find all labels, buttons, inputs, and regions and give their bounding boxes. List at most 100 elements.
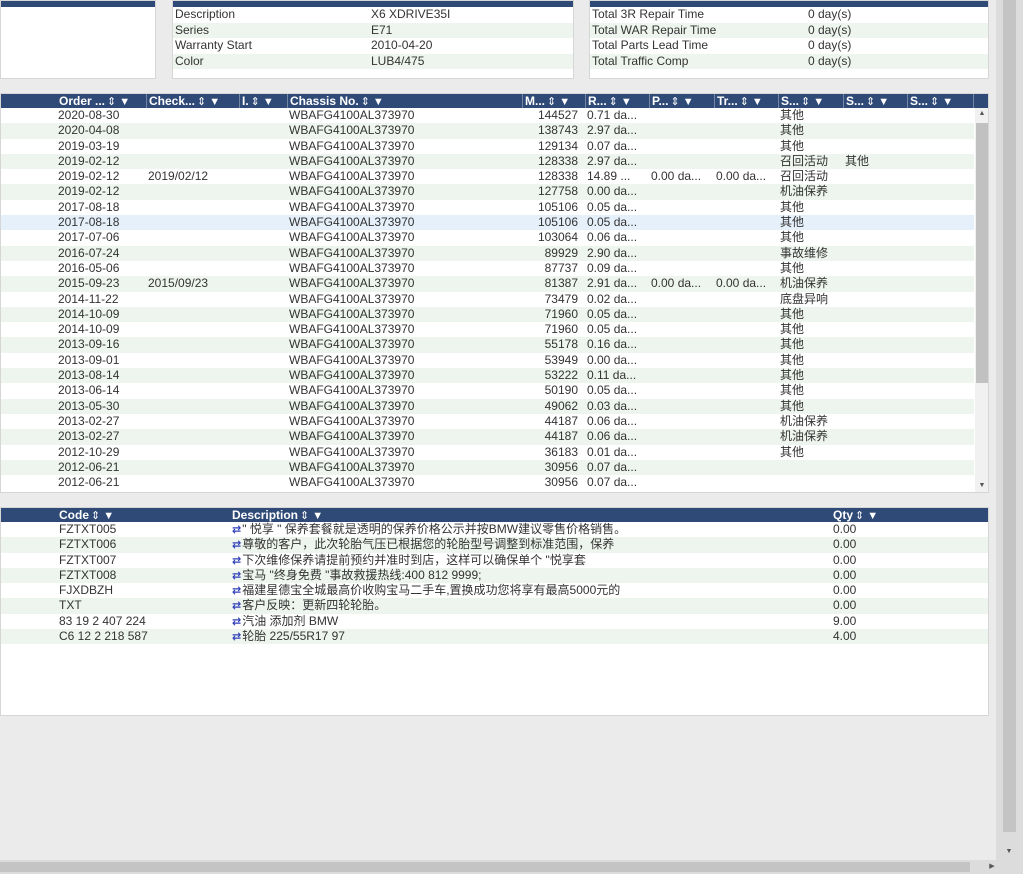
scroll-up-icon[interactable]: ▲ <box>976 110 988 118</box>
order-cell: 2013-02-27 <box>58 413 120 428</box>
sort-icon[interactable]: ⇕ <box>251 96 261 108</box>
order-column-header[interactable]: S... ⇕ ▼ <box>779 94 844 108</box>
filter-icon[interactable]: ▼ <box>621 96 633 108</box>
order-column-header[interactable]: I. ⇕ ▼ <box>240 94 288 108</box>
order-row[interactable]: 2019-02-12 2019/02/12 WBAFG4100AL373970 128… <box>1 169 974 184</box>
order-row[interactable]: 2016-07-24 WBAFG4100AL373970 89929 2.90 da.… <box>1 245 974 261</box>
item-column-header[interactable]: Code ⇕ ▼ <box>57 508 230 522</box>
order-row[interactable]: 2019-02-12 WBAFG4100AL373970 127758 0.00 da… <box>1 184 974 200</box>
horizontal-scrollbar-thumb[interactable] <box>0 862 970 872</box>
sort-icon[interactable]: ⇕ <box>547 96 557 108</box>
filter-icon[interactable]: ▼ <box>878 96 890 108</box>
order-column-header[interactable]: M... ⇕ ▼ <box>523 94 586 108</box>
filter-icon[interactable]: ▼ <box>312 510 324 522</box>
column-title: R... <box>588 94 607 108</box>
window-scroll-down-icon[interactable]: ▼ <box>1003 848 1015 856</box>
item-column-header[interactable]: Description ⇕ ▼ <box>230 508 831 522</box>
window-vertical-scrollbar[interactable]: ▼ <box>996 0 1023 874</box>
vehicle-field-row: Description X6 XDRIVE35I <box>173 7 573 23</box>
order-column-header[interactable]: S... ⇕ ▼ <box>908 94 974 108</box>
item-row[interactable]: FJXDBZH ⇄福建星德宝全城最高价收购宝马二手车,置换成功您将享有最高5000… <box>1 583 988 598</box>
order-cell: 2017-08-18 <box>58 215 120 230</box>
filter-icon[interactable]: ▼ <box>373 96 385 108</box>
sort-icon[interactable]: ⇕ <box>801 96 811 108</box>
order-row[interactable]: 2019-03-19 WBAFG4100AL373970 129134 0.07 da… <box>1 139 974 154</box>
item-cell: 83 19 2 407 224 <box>59 613 146 628</box>
window-horizontal-scrollbar[interactable]: ▶ <box>0 860 996 874</box>
item-row[interactable]: FZTXT007 ⇄下次维修保养请提前预约并准时到店，这样可以确保单个 "悦享套 0… <box>1 553 988 568</box>
sort-icon[interactable]: ⇕ <box>670 96 680 108</box>
order-row[interactable]: 2015-09-23 2015/09/23 WBAFG4100AL373970 813… <box>1 276 974 292</box>
sort-icon[interactable]: ⇕ <box>197 96 207 108</box>
order-row[interactable]: 2012-06-21 WBAFG4100AL373970 30956 0.07 da.… <box>1 459 974 476</box>
order-row[interactable]: 2013-09-16 WBAFG4100AL373970 55178 0.16 da.… <box>1 337 974 353</box>
order-cell: 其他 <box>780 337 805 352</box>
sort-icon[interactable]: ⇕ <box>930 96 940 108</box>
filter-icon[interactable]: ▼ <box>263 96 275 108</box>
item-row[interactable]: FZTXT006 ⇄尊敬的客户，此次轮胎气压已根据您的轮胎型号调整到标准范围，保养… <box>1 537 988 553</box>
order-row[interactable]: 2016-05-06 WBAFG4100AL373970 87737 0.09 da.… <box>1 261 974 276</box>
item-row[interactable]: FZTXT008 ⇄宝马 "终身免费 "事故救援热线:400 812 9999; 0… <box>1 567 988 584</box>
order-row[interactable]: 2014-11-22 WBAFG4100AL373970 73479 0.02 da.… <box>1 292 974 307</box>
order-row[interactable]: 2013-09-01 WBAFG4100AL373970 53949 0.00 da.… <box>1 353 974 368</box>
order-column-header[interactable]: Tr... ⇕ ▼ <box>715 94 779 108</box>
order-row[interactable]: 2017-07-06 WBAFG4100AL373970 103064 0.06 da… <box>1 230 974 245</box>
order-cell: WBAFG4100AL373970 <box>289 230 415 245</box>
sort-icon[interactable]: ⇕ <box>300 510 310 522</box>
sort-icon[interactable]: ⇕ <box>866 96 876 108</box>
item-description: " 悦享 " 保养套餐就是透明的保养价格公示并按BMW建议零售价格销售。 <box>242 522 627 536</box>
item-row[interactable]: FZTXT005 ⇄" 悦享 " 保养套餐就是透明的保养价格公示并按BMW建议零售… <box>1 522 988 537</box>
filter-icon[interactable]: ▼ <box>103 510 115 522</box>
item-column-header[interactable]: Qty ⇕ ▼ <box>831 508 988 522</box>
item-row[interactable]: TXT ⇄客户反映：更新四轮轮胎。 0.00 <box>1 598 988 614</box>
order-row[interactable]: 2017-08-18 WBAFG4100AL373970 105106 0.05 da… <box>1 215 974 231</box>
order-row[interactable]: 2020-04-08 WBAFG4100AL373970 138743 2.97 da… <box>1 123 974 139</box>
item-description: 福建星德宝全城最高价收购宝马二手车,置换成功您将享有最高5000元的 <box>242 583 621 598</box>
order-column-header[interactable]: S... ⇕ ▼ <box>844 94 908 108</box>
order-column-header[interactable]: Check... ⇕ ▼ <box>147 94 240 108</box>
sort-icon[interactable]: ⇕ <box>855 510 865 522</box>
order-grid-scrollbar[interactable]: ▲ ▼ <box>975 108 988 492</box>
order-row[interactable]: 2012-06-21 WBAFG4100AL373970 30956 0.07 da.… <box>1 475 974 490</box>
order-row[interactable]: 2013-08-14 WBAFG4100AL373970 53222 0.11 da.… <box>1 368 974 384</box>
sort-icon[interactable]: ⇕ <box>361 96 371 108</box>
filter-icon[interactable]: ▼ <box>813 96 825 108</box>
scroll-down-icon[interactable]: ▼ <box>976 482 988 490</box>
order-row[interactable]: 2014-10-09 WBAFG4100AL373970 71960 0.05 da.… <box>1 306 974 323</box>
order-row[interactable]: 2012-10-29 WBAFG4100AL373970 36183 0.01 da.… <box>1 445 974 460</box>
item-row[interactable]: C6 12 2 218 587 ⇄轮胎 225/55R17 97 4.00 <box>1 629 988 645</box>
order-column-header[interactable]: Order ... ⇕ ▼ <box>57 94 147 108</box>
order-row[interactable]: 2013-05-30 WBAFG4100AL373970 49062 0.03 da.… <box>1 398 974 414</box>
column-title: S... <box>910 94 929 108</box>
sort-icon[interactable]: ⇕ <box>91 510 101 522</box>
filter-icon[interactable]: ▼ <box>683 96 695 108</box>
order-column-header[interactable]: Chassis No. ⇕ ▼ <box>288 94 523 108</box>
order-cell: WBAFG4100AL373970 <box>289 444 415 459</box>
order-row[interactable]: 2013-06-14 WBAFG4100AL373970 50190 0.05 da.… <box>1 383 974 398</box>
order-row[interactable]: 2014-10-09 WBAFG4100AL373970 71960 0.05 da.… <box>1 322 974 337</box>
filter-icon[interactable]: ▼ <box>942 96 954 108</box>
scroll-right-icon[interactable]: ▶ <box>986 863 998 871</box>
order-cell: 2019-02-12 <box>58 184 120 199</box>
filter-icon[interactable]: ▼ <box>867 510 879 522</box>
order-column-header[interactable]: P... ⇕ ▼ <box>650 94 715 108</box>
sort-icon[interactable]: ⇕ <box>107 96 117 108</box>
order-row[interactable]: 2020-08-30 WBAFG4100AL373970 144527 0.71 da… <box>1 108 974 123</box>
order-row[interactable]: 2013-02-27 WBAFG4100AL373970 44187 0.06 da.… <box>1 429 974 445</box>
order-row[interactable]: 2013-02-27 WBAFG4100AL373970 44187 0.06 da.… <box>1 414 974 429</box>
sort-icon[interactable]: ⇕ <box>609 96 619 108</box>
order-row[interactable]: 2019-02-12 WBAFG4100AL373970 128338 2.97 da… <box>1 153 974 170</box>
filter-icon[interactable]: ▼ <box>119 96 131 108</box>
filter-icon[interactable]: ▼ <box>209 96 221 108</box>
order-cell: 105106 <box>537 215 578 230</box>
filter-icon[interactable]: ▼ <box>752 96 764 108</box>
filter-icon[interactable]: ▼ <box>559 96 571 108</box>
window-scrollbar-thumb[interactable] <box>1003 0 1016 832</box>
item-cell: ⇄客户反映：更新四轮轮胎。 <box>232 598 829 614</box>
scrollbar-thumb[interactable] <box>976 123 988 383</box>
item-row[interactable]: 83 19 2 407 224 ⇄汽油 添加剂 BMW 9.00 <box>1 614 988 629</box>
order-row[interactable]: 2017-08-18 WBAFG4100AL373970 105106 0.05 da… <box>1 200 974 215</box>
order-cell: WBAFG4100AL373970 <box>289 245 415 260</box>
sort-icon[interactable]: ⇕ <box>740 96 750 108</box>
order-column-header[interactable]: R... ⇕ ▼ <box>586 94 650 108</box>
